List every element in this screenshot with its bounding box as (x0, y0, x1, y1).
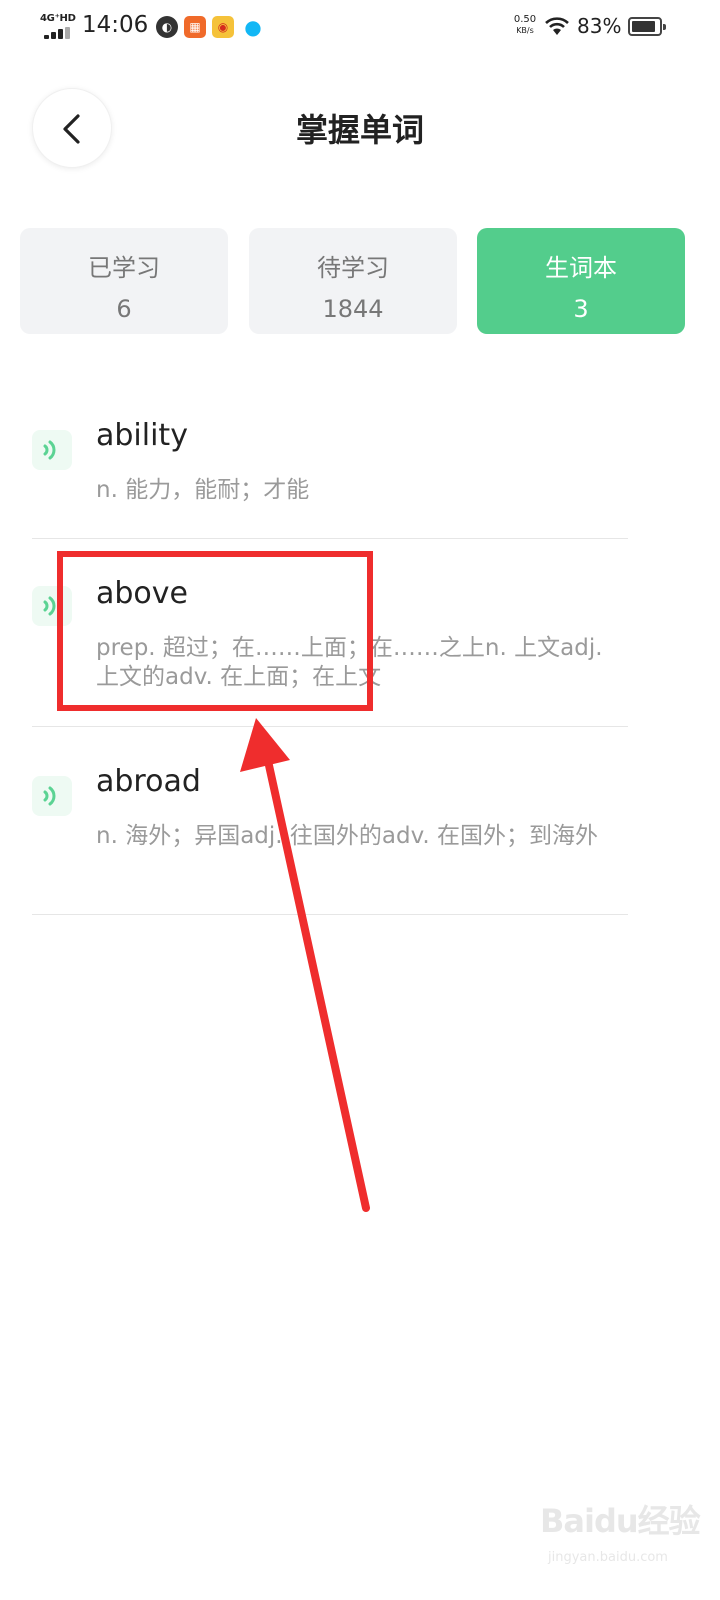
watermark: Baidu经验 jingyan.baidu.com (540, 1496, 701, 1576)
annotation-arrow-icon (240, 718, 370, 1212)
watermark-url: jingyan.baidu.com (548, 1550, 668, 1565)
watermark-logo: Baidu经验 (540, 1502, 701, 1540)
